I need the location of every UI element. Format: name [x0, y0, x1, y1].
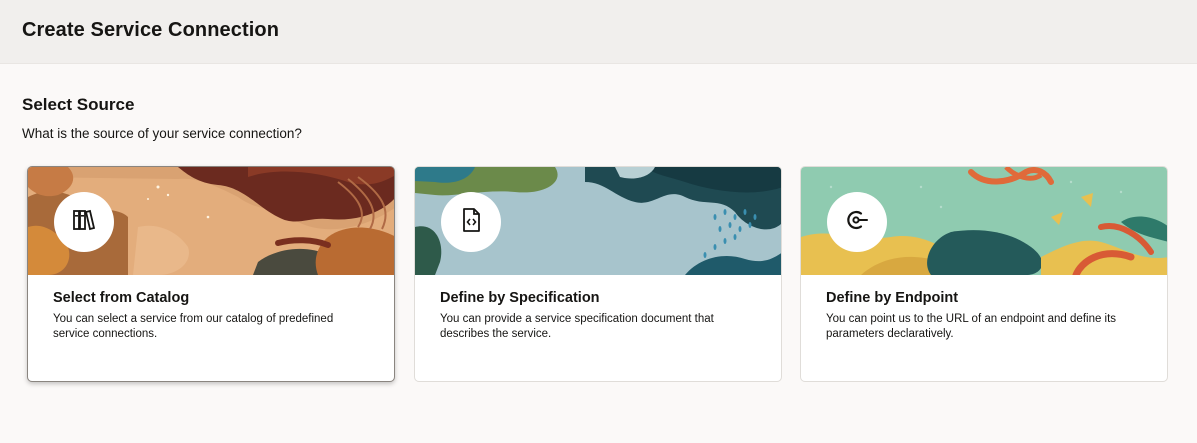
section-subtitle: What is the source of your service conne…	[22, 126, 302, 141]
code-document-icon	[459, 207, 483, 238]
define-by-specification-card[interactable]: Define by Specification You can provide …	[414, 166, 782, 382]
endpoint-icon	[844, 207, 870, 238]
card-title: Define by Specification	[440, 290, 600, 306]
card-description: You can select a service from our catalo…	[53, 313, 334, 340]
card-description: You can point us to the URL of an endpoi…	[826, 313, 1117, 340]
catalog-icon-circle	[54, 192, 114, 252]
card-description: You can provide a service specification …	[440, 313, 714, 340]
card-title: Select from Catalog	[53, 290, 190, 306]
page-title: Create Service Connection	[22, 19, 280, 41]
card-title: Define by Endpoint	[826, 290, 959, 306]
define-by-endpoint-card[interactable]: Define by Endpoint You can point us to t…	[800, 166, 1168, 382]
section-title: Select Source	[22, 95, 135, 114]
catalog-books-icon	[71, 207, 97, 238]
endpoint-icon-circle	[827, 192, 887, 252]
specification-icon-circle	[441, 192, 501, 252]
select-from-catalog-card[interactable]: Select from Catalog You can select a ser…	[27, 166, 395, 382]
page-header: Create Service Connection	[0, 0, 1197, 64]
